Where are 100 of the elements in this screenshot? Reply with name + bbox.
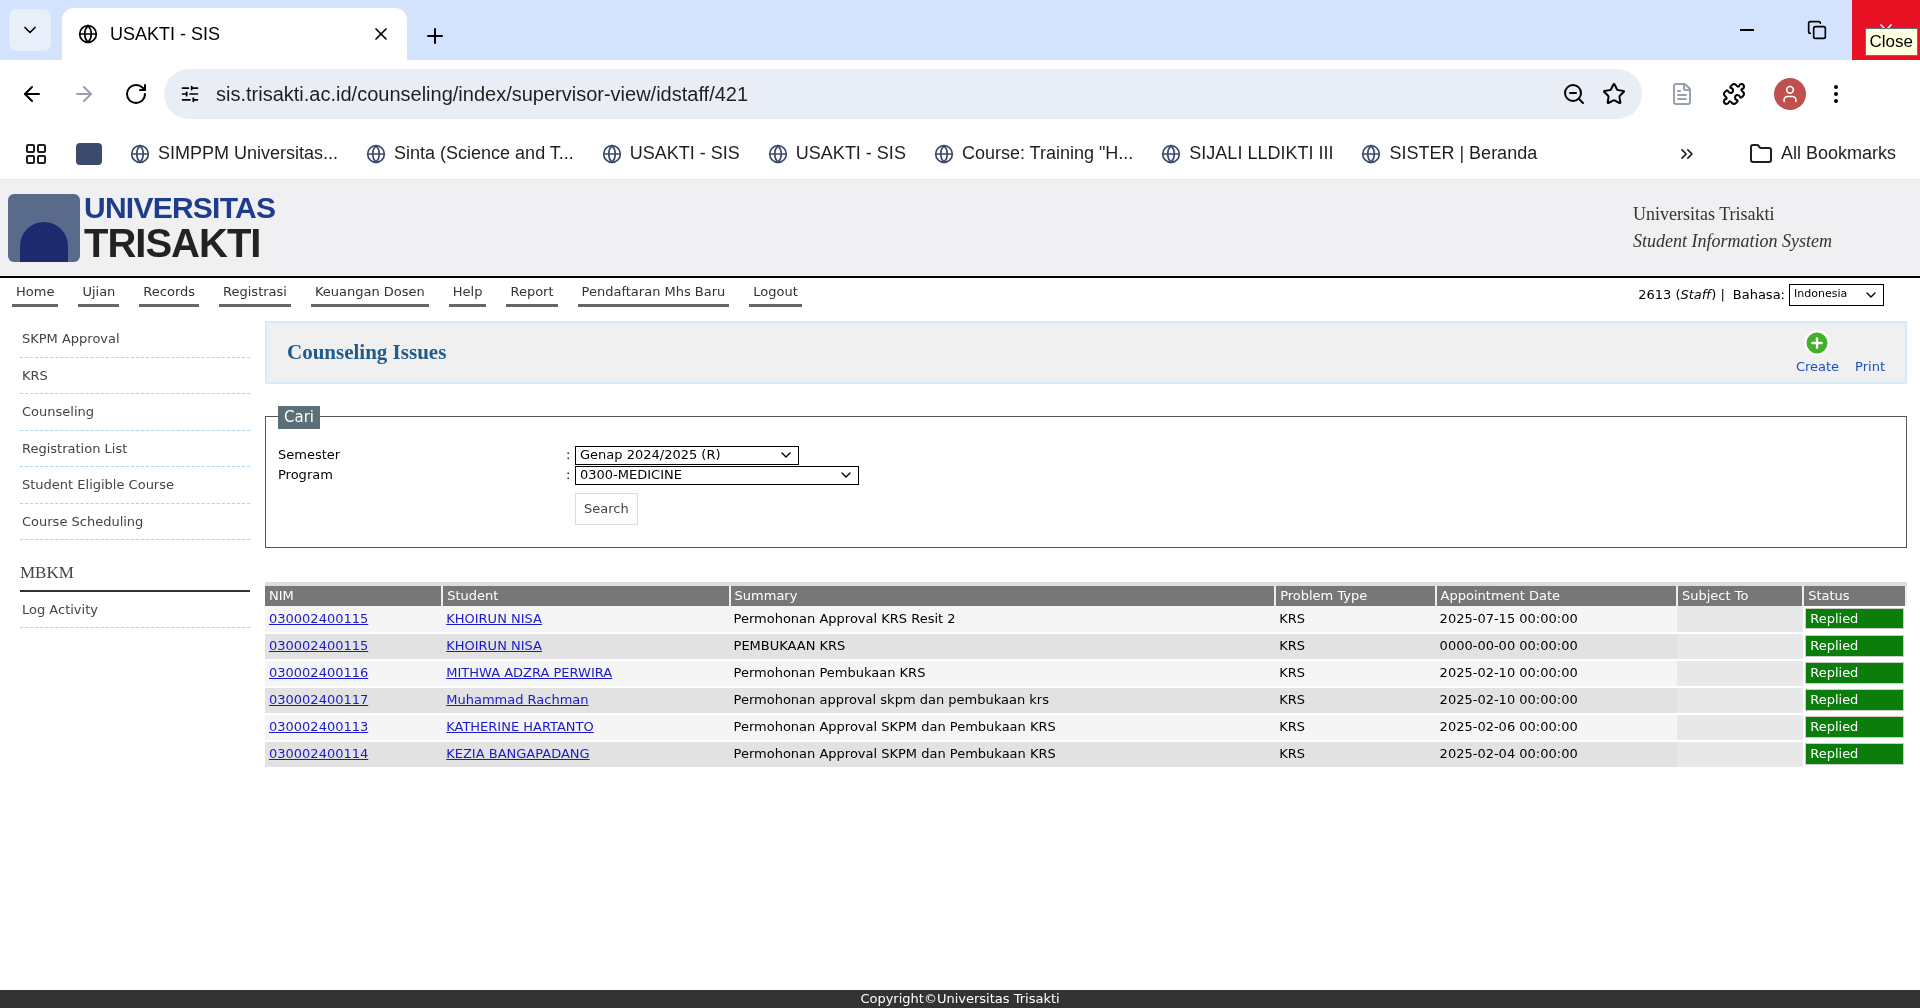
table-cell: KRS — [1275, 686, 1436, 714]
nav-link[interactable]: Records — [139, 282, 200, 307]
sidebar-section-title: MBKM — [20, 552, 250, 592]
table-cell: 2025-02-10 00:00:00 — [1435, 686, 1677, 714]
bookmark-link[interactable]: Course: Training "H... — [933, 140, 1134, 167]
all-bookmarks-link[interactable]: All Bookmarks — [1748, 140, 1896, 167]
table-cell: 0000-00-00 00:00:00 — [1435, 632, 1677, 660]
reload-icon — [124, 82, 148, 106]
globe-icon — [366, 143, 387, 164]
nav-link[interactable]: Pendaftaran Mhs Baru — [577, 282, 730, 307]
apps-icon — [24, 141, 48, 166]
nav-link[interactable]: Logout — [749, 282, 802, 307]
status-badge: Replied — [1805, 689, 1904, 711]
student-link[interactable]: KHOIRUN NISA — [446, 638, 542, 654]
globe-icon — [78, 24, 98, 44]
column-header: Subject To — [1676, 584, 1804, 606]
column-header: Student — [442, 584, 730, 606]
bookmark-link[interactable]: SIJALI LLDIKTI III — [1161, 140, 1334, 167]
org-name: Universitas Trisakti — [1633, 203, 1776, 226]
globe-icon — [130, 143, 150, 164]
table-cell: KRS — [1275, 659, 1436, 687]
colon: : — [566, 446, 572, 465]
sidebar-link[interactable]: Registration List — [20, 430, 250, 467]
table-cell: 2025-02-06 00:00:00 — [1435, 713, 1677, 741]
globe-icon — [1161, 143, 1182, 164]
extensions-icon — [1722, 82, 1746, 106]
document-icon — [1670, 82, 1694, 106]
profile-avatar[interactable] — [1774, 78, 1806, 110]
user-id: 2613 (Staff) | — [1638, 285, 1725, 304]
sidebar-link[interactable]: Counseling — [20, 394, 250, 431]
status-badge: Replied — [1805, 662, 1904, 684]
table-cell: Permohonan Approval SKPM dan Pembukaan KRS — [729, 713, 1276, 741]
table-cell: KRS — [1275, 740, 1436, 768]
status-badge: Replied — [1805, 607, 1904, 630]
table-cell: Permohonan Approval SKPM dan Pembukaan KRS — [729, 740, 1276, 768]
folder-icon — [1748, 141, 1773, 166]
table-cell: Permohonan Approval KRS Resit 2 — [729, 605, 1276, 633]
status-badge: Replied — [1805, 716, 1904, 738]
close-tooltip: Close — [1864, 28, 1918, 56]
bookmark-link[interactable]: USAKTI - SIS — [601, 140, 740, 167]
globe-icon — [1361, 143, 1382, 164]
browser-tab[interactable]: USAKTI - SIS — [62, 8, 407, 60]
globe-icon — [767, 143, 788, 164]
sidebar-link[interactable]: SKPM Approval — [20, 321, 250, 358]
nav-link[interactable]: Ujian — [78, 282, 120, 307]
site-settings-icon — [180, 84, 200, 104]
plus-circle-icon — [1803, 328, 1832, 357]
menu-icon[interactable] — [1834, 85, 1838, 103]
status-badge: Replied — [1805, 635, 1904, 657]
table-cell: 2025-02-04 00:00:00 — [1435, 740, 1677, 768]
search-button[interactable]: Search — [575, 493, 638, 525]
colon: : — [566, 466, 572, 485]
restore-icon — [1807, 20, 1827, 40]
url-text: sis.trisakti.ac.id/counseling/index/supervisor-view/idstaff/421 — [216, 82, 750, 107]
address-bar[interactable]: sis.trisakti.ac.id/counseling/index/supervisor-view/idstaff/421 — [164, 69, 1642, 119]
star-icon — [1602, 82, 1626, 106]
nav-link[interactable]: Home — [12, 282, 59, 307]
column-header: Summary — [729, 584, 1276, 606]
table-cell: 2025-07-15 00:00:00 — [1435, 605, 1677, 633]
table-cell: KRS — [1275, 605, 1436, 633]
print-link[interactable]: Print — [1855, 356, 1885, 377]
sidebar-link[interactable]: Student Eligible Course — [20, 467, 250, 504]
field-label: Semester — [278, 446, 342, 465]
student-link[interactable]: KHOIRUN NISA — [446, 610, 542, 626]
nav-link[interactable]: Report — [506, 282, 558, 307]
status-badge: Replied — [1805, 743, 1904, 765]
bookmark-link[interactable]: SIMPPM Universitas... — [130, 140, 339, 167]
table-cell: KRS — [1275, 632, 1436, 660]
table-cell: Permohonan Pembukaan KRS — [729, 659, 1276, 687]
bookmark-link[interactable]: USAKTI - SIS — [767, 140, 906, 167]
globe-icon — [601, 143, 622, 164]
select-field[interactable]: Genap 2024/2025 (R) — [575, 445, 799, 465]
nav-link[interactable]: Registrasi — [219, 282, 291, 307]
university-logo: UNIVERSITAS TRISAKTI — [8, 193, 276, 263]
zoom-icon — [1562, 82, 1586, 106]
language-label: Bahasa: — [1732, 285, 1785, 304]
globe-icon — [933, 143, 954, 164]
create-link[interactable]: Create — [1795, 328, 1840, 377]
column-header: Appointment Date — [1435, 584, 1677, 606]
page-title: Counseling Issues — [287, 338, 447, 366]
table-cell: PEMBUKAAN KRS — [729, 632, 1276, 660]
field-label: Program — [278, 466, 334, 485]
table-cell: Permohonan approval skpm dan pembukaan krs — [729, 686, 1276, 714]
column-header: Problem Type — [1275, 584, 1436, 606]
sidebar-link[interactable]: KRS — [20, 357, 250, 394]
fieldset-legend: Cari — [278, 406, 320, 429]
nav-link[interactable]: Keuangan Dosen — [310, 282, 429, 307]
system-name: Student Information System — [1633, 230, 1832, 253]
table-cell: 2025-02-10 00:00:00 — [1435, 659, 1677, 687]
table-cell: KRS — [1275, 713, 1436, 741]
sidebar-link[interactable]: Log Activity — [20, 591, 250, 628]
language-select[interactable]: Indonesia — [1789, 283, 1884, 306]
nav-link[interactable]: Help — [448, 282, 487, 307]
column-header: Status — [1803, 584, 1906, 606]
bookmark-link[interactable]: Sinta (Science and T... — [366, 140, 574, 167]
sidebar-link[interactable]: Course Scheduling — [20, 503, 250, 540]
tab-title: USAKTI - SIS — [110, 22, 222, 46]
select-field[interactable]: 0300-MEDICINE — [575, 465, 859, 485]
bookmark-link[interactable]: SISTER | Beranda — [1361, 140, 1538, 167]
footer: Copyright©Universitas Trisakti — [0, 990, 1920, 1008]
